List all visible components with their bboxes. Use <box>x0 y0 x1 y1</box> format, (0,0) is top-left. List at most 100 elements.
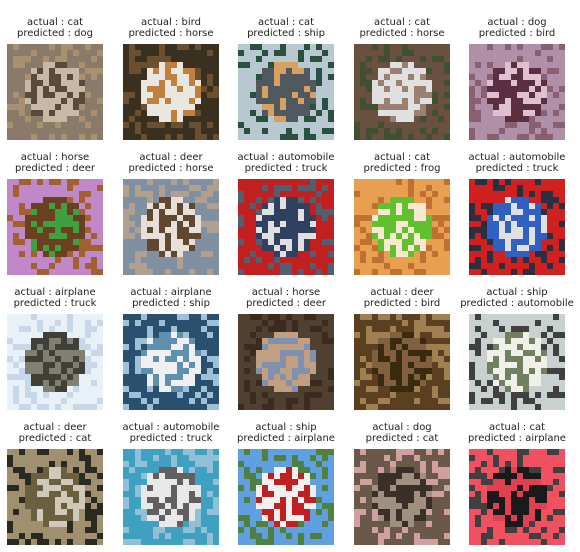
thumb-pixel <box>408 473 414 479</box>
thumb-pixel <box>195 245 201 251</box>
thumb-pixel <box>310 269 316 275</box>
thumb-pixel <box>189 392 195 398</box>
cell-caption: actual : cat predicted : ship <box>247 17 325 39</box>
thumb-pixel <box>328 521 334 527</box>
thumb-pixel <box>360 392 366 398</box>
thumb-pixel <box>67 245 73 251</box>
thumb-pixel <box>292 374 298 380</box>
thumb-pixel <box>67 455 73 461</box>
thumb-pixel <box>304 461 310 467</box>
thumb-pixel <box>268 350 274 356</box>
thumb-pixel <box>250 533 256 539</box>
thumb-pixel <box>322 527 328 533</box>
thumb-pixel <box>61 209 67 215</box>
thumb-pixel <box>469 326 475 332</box>
thumb-pixel <box>25 221 31 227</box>
thumb-pixel <box>91 110 97 116</box>
thumb-pixel <box>7 350 13 356</box>
thumb-pixel <box>553 344 559 350</box>
thumb-pixel <box>73 479 79 485</box>
thumb-pixel <box>475 461 481 467</box>
thumb-pixel <box>73 122 79 128</box>
thumb-pixel <box>19 185 25 191</box>
predicted-label: predicted : frog <box>363 163 441 174</box>
thumb-pixel <box>195 449 201 455</box>
thumb-pixel <box>129 203 135 209</box>
thumb-pixel <box>511 398 517 404</box>
cell-caption: actual : automobile predicted : truck <box>469 152 566 174</box>
thumb-pixel <box>268 269 274 275</box>
thumb-pixel <box>541 380 547 386</box>
thumb-pixel <box>268 128 274 134</box>
thumb-pixel <box>559 314 565 320</box>
thumb-pixel <box>432 320 438 326</box>
thumb-pixel <box>396 521 402 527</box>
thumb-pixel <box>55 215 61 221</box>
actual-label: actual : horse <box>251 287 321 298</box>
thumb-pixel <box>177 233 183 239</box>
thumb-pixel <box>559 350 565 356</box>
thumb-pixel <box>432 539 438 545</box>
thumb-pixel <box>487 86 493 92</box>
thumb-pixel <box>487 233 493 239</box>
thumb-pixel <box>129 62 135 68</box>
thumb-pixel <box>37 374 43 380</box>
thumb-pixel <box>61 56 67 62</box>
thumb-pixel <box>195 527 201 533</box>
thumb-pixel <box>256 485 262 491</box>
thumb-pixel <box>55 374 61 380</box>
deer-image <box>354 314 450 410</box>
thumb-pixel <box>189 110 195 116</box>
thumb-pixel <box>207 128 213 134</box>
thumb-pixel <box>444 533 450 539</box>
thumb-pixel <box>37 221 43 227</box>
thumb-pixel <box>49 521 55 527</box>
thumb-pixel <box>328 368 334 374</box>
thumb-pixel <box>123 104 129 110</box>
thumb-pixel <box>432 251 438 257</box>
thumb-pixel <box>159 332 165 338</box>
thumb-pixel <box>481 449 487 455</box>
thumb-pixel <box>25 392 31 398</box>
thumb-pixel <box>55 179 61 185</box>
thumb-pixel <box>384 203 390 209</box>
thumb-pixel <box>159 461 165 467</box>
thumb-pixel <box>280 362 286 368</box>
thumb-pixel <box>360 491 366 497</box>
thumb-pixel <box>280 326 286 332</box>
thumb-pixel <box>328 62 334 68</box>
thumb-pixel <box>396 461 402 467</box>
predicted-label: predicted : dog <box>17 28 93 39</box>
thumb-pixel <box>19 320 25 326</box>
thumb-pixel <box>37 380 43 386</box>
thumb-pixel <box>390 191 396 197</box>
thumb-pixel <box>402 257 408 263</box>
thumb-pixel <box>123 203 129 209</box>
thumb-pixel <box>55 467 61 473</box>
thumb-pixel <box>135 521 141 527</box>
thumb-pixel <box>360 191 366 197</box>
thumb-pixel <box>280 233 286 239</box>
thumb-pixel <box>481 110 487 116</box>
thumb-pixel <box>129 485 135 491</box>
thumb-pixel <box>177 239 183 245</box>
thumb-pixel <box>19 221 25 227</box>
thumb-pixel <box>165 269 171 275</box>
thumb-pixel <box>499 386 505 392</box>
thumb-pixel <box>378 215 384 221</box>
thumb-pixel <box>414 134 420 140</box>
thumb-pixel <box>535 185 541 191</box>
thumb-pixel <box>354 239 360 245</box>
thumb-pixel <box>384 44 390 50</box>
thumb-pixel <box>97 74 103 80</box>
grid-cell: actual : cat predicted : dog <box>0 17 112 140</box>
thumb-pixel <box>280 455 286 461</box>
thumb-pixel <box>207 539 213 545</box>
thumb-pixel <box>310 263 316 269</box>
thumb-pixel <box>141 221 147 227</box>
thumb-pixel <box>316 314 322 320</box>
thumb-pixel <box>171 515 177 521</box>
thumb-pixel <box>286 209 292 215</box>
thumb-pixel <box>414 128 420 134</box>
thumb-pixel <box>523 86 529 92</box>
